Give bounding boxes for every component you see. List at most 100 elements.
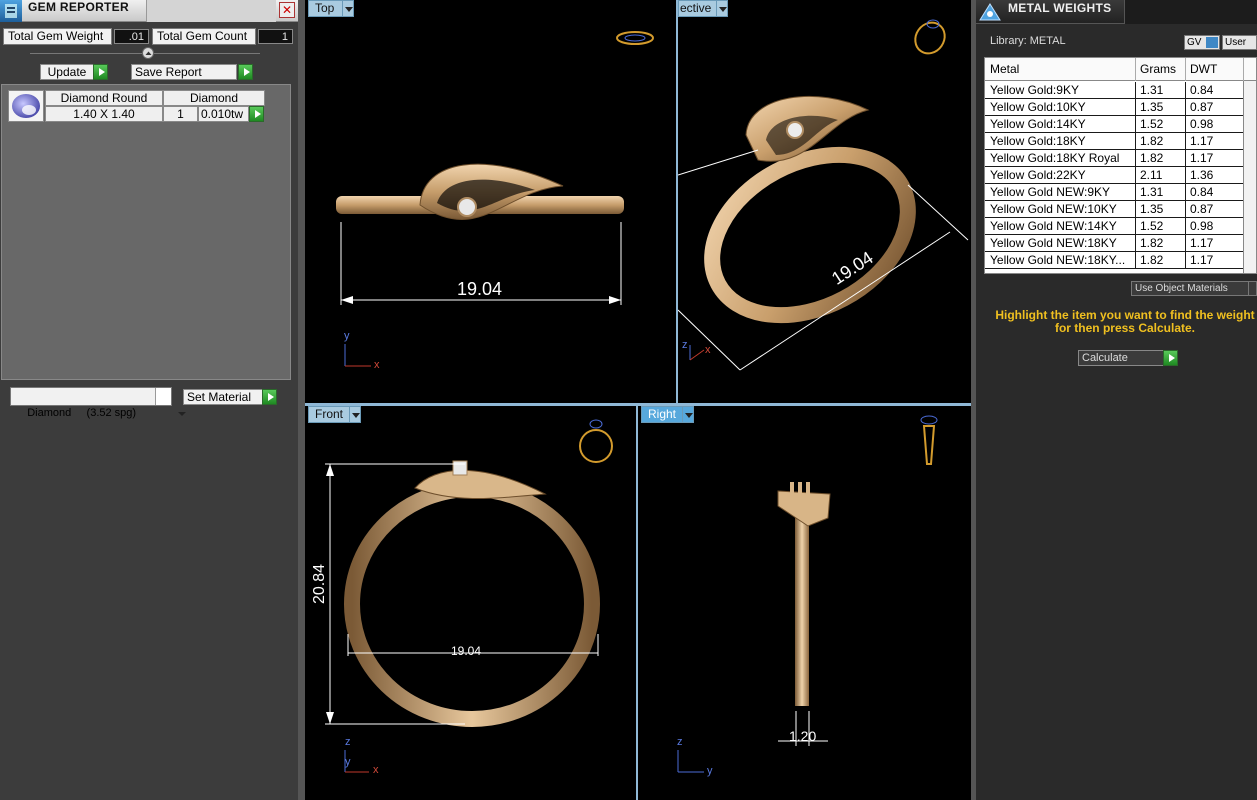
metal-name-cell: Yellow Gold:18KY Royal (990, 151, 1120, 165)
dwt-cell: 0.87 (1190, 100, 1214, 114)
front-axis-x: x (373, 764, 379, 776)
front-axis-z: z (345, 736, 351, 748)
update-go-icon[interactable] (93, 64, 108, 80)
use-object-materials-toggle[interactable]: Use Object Materials (1131, 281, 1249, 296)
dwt-cell: 0.98 (1190, 117, 1214, 131)
grams-cell: 1.35 (1140, 202, 1164, 216)
right-axis-z: z (677, 736, 683, 748)
table-row[interactable]: Yellow Gold:22KY 2.11 1.36 (985, 167, 1243, 184)
grams-cell: 1.82 (1140, 236, 1164, 250)
collapse-handle-icon[interactable] (142, 47, 154, 59)
col-header-dwt[interactable]: DWT (1190, 62, 1217, 76)
metal-table: Metal Grams DWT Yellow Gold:9KY 1.31 0.84 Y… (984, 57, 1257, 274)
dwt-cell: 1.17 (1190, 253, 1214, 267)
top-dimension-label: 19.04 (457, 279, 503, 299)
tab-right[interactable]: Right (641, 406, 683, 423)
metal-name-cell: Yellow Gold:14KY (990, 117, 1086, 131)
metal-name-cell: Yellow Gold NEW:10KY (990, 202, 1117, 216)
tab-top-dropdown-icon[interactable] (342, 0, 354, 17)
tab-perspective-dropdown-icon[interactable] (716, 0, 728, 17)
update-button[interactable]: Update (40, 64, 94, 80)
table-row[interactable]: Yellow Gold NEW:9KY 1.31 0.84 (985, 184, 1243, 201)
gv-info-icon (1206, 37, 1218, 48)
viewport-perspective[interactable]: 19.04 z x ective (676, 0, 971, 403)
metal-weights-titlebar: METAL WEIGHTS (976, 0, 1257, 24)
dwt-cell: 1.36 (1190, 168, 1214, 182)
set-material-button[interactable]: Set Material (183, 389, 263, 405)
table-row[interactable]: Yellow Gold:18KY 1.82 1.17 (985, 133, 1243, 150)
perspective-axis-z: z (682, 339, 688, 351)
table-row[interactable]: Yellow Gold:18KY Royal 1.82 1.17 (985, 150, 1243, 167)
library-label: Library: METAL (990, 35, 1066, 47)
perspective-axis-x: x (705, 344, 711, 356)
table-row[interactable]: Yellow Gold:9KY 1.31 0.84 (985, 82, 1243, 99)
chevron-down-icon[interactable] (155, 388, 187, 416)
gem-reporter-logo-icon (0, 0, 22, 22)
dwt-cell: 0.84 (1190, 83, 1214, 97)
gv-toggle[interactable]: GV (1184, 35, 1220, 50)
grams-cell: 1.82 (1140, 151, 1164, 165)
table-row[interactable]: Yellow Gold NEW:14KY 1.52 0.98 (985, 218, 1243, 235)
grams-cell: 1.31 (1140, 185, 1164, 199)
user-label: User (1225, 37, 1247, 48)
grams-cell: 1.31 (1140, 83, 1164, 97)
tab-perspective[interactable]: ective (678, 0, 718, 17)
axis-gizmo-top (344, 344, 371, 367)
ring-front-view (344, 460, 600, 727)
metal-table-scrollbar[interactable] (1243, 81, 1256, 273)
tab-front-dropdown-icon[interactable] (349, 406, 361, 423)
gem-count-cell[interactable]: 1 (163, 106, 198, 122)
titlebar-spacer-right (1124, 0, 1257, 24)
gem-row-go-icon[interactable] (249, 106, 264, 122)
gem-reporter-panel: GEM REPORTER ✕ Total Gem Weight .01 Tota… (0, 0, 298, 800)
material-select[interactable]: Diamond (3.52 spg) (10, 387, 187, 419)
total-gem-count-value[interactable]: 1 (258, 29, 293, 44)
metal-name-cell: Yellow Gold:9KY (990, 83, 1079, 97)
tab-right-dropdown-icon[interactable] (682, 406, 694, 423)
metal-name-cell: Yellow Gold NEW:9KY (990, 185, 1111, 199)
front-axis-y: y (345, 756, 351, 768)
col-header-metal[interactable]: Metal (990, 62, 1019, 76)
material-select-value: Diamond (3.52 spg) (27, 407, 137, 419)
table-row[interactable]: Yellow Gold NEW:18KY... 1.82 1.17 (985, 252, 1243, 269)
table-row[interactable]: Yellow Gold:10KY 1.35 0.87 (985, 99, 1243, 116)
tab-front[interactable]: Front (308, 406, 354, 423)
metal-name-cell: Yellow Gold NEW:14KY (990, 219, 1117, 233)
total-gem-weight-value[interactable]: .01 (114, 29, 149, 44)
save-report-go-icon[interactable] (238, 64, 253, 80)
axis-gizmo-perspective (689, 345, 705, 361)
table-row[interactable]: Yellow Gold NEW:18KY 1.82 1.17 (985, 235, 1243, 252)
tab-top[interactable]: Top (308, 0, 346, 17)
gem-weight-cell[interactable]: 0.010tw (198, 106, 249, 122)
front-height-dimension-label: 20.84 (311, 563, 328, 604)
use-object-materials-checkbox[interactable] (1249, 281, 1257, 296)
col-header-grams[interactable]: Grams (1140, 62, 1176, 76)
dwt-cell: 1.17 (1190, 134, 1214, 148)
table-row[interactable]: Yellow Gold NEW:10KY 1.35 0.87 (985, 201, 1243, 218)
metal-name-cell: Yellow Gold NEW:18KY... (990, 253, 1126, 267)
dwt-cell: 1.17 (1190, 236, 1214, 250)
right-axis-y: y (707, 765, 713, 777)
metal-weights-panel: METAL WEIGHTS Library: METAL GV User Met… (976, 0, 1257, 800)
ring-top-view (336, 163, 624, 220)
gem-reporter-title: GEM REPORTER (28, 0, 129, 14)
viewport-right[interactable]: 1.20 z y Right (638, 406, 971, 800)
user-toggle[interactable]: User (1222, 35, 1257, 50)
metal-name-cell: Yellow Gold:10KY (990, 100, 1086, 114)
use-object-materials-label: Use Object Materials (1135, 283, 1228, 294)
set-material-go-icon[interactable] (262, 389, 277, 405)
gem-size-cell[interactable]: 1.40 X 1.40 (45, 106, 163, 122)
axis-gizmo-right (677, 750, 704, 773)
metal-table-header: Metal Grams DWT (985, 58, 1256, 81)
viewport-top[interactable]: 19.04 y x Top (305, 0, 676, 403)
panel-splitter[interactable] (298, 0, 305, 800)
viewport-front[interactable]: 20.84 19.04 z y x Front (305, 406, 636, 800)
close-icon[interactable]: ✕ (279, 2, 295, 18)
table-row[interactable]: Yellow Gold:14KY 1.52 0.98 (985, 116, 1243, 133)
gem-material-header: Diamond (163, 90, 265, 106)
save-report-button[interactable]: Save Report (131, 64, 237, 80)
titlebar-spacer (146, 0, 276, 22)
diamond-round-icon[interactable] (8, 90, 44, 122)
calculate-button[interactable]: Calculate (1078, 350, 1164, 366)
calculate-go-icon[interactable] (1163, 350, 1178, 366)
